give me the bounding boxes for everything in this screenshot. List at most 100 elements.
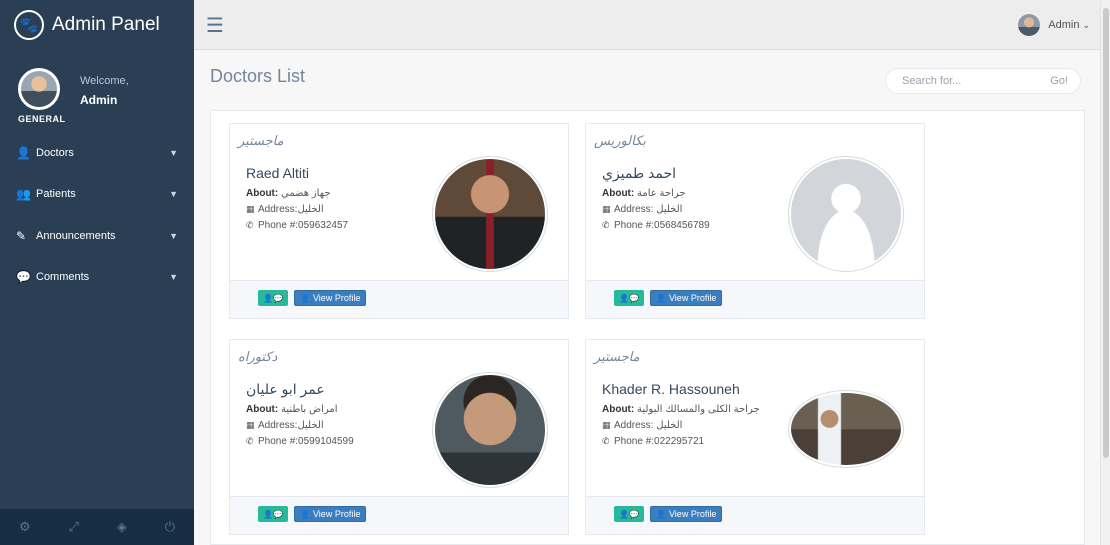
avatar bbox=[18, 68, 60, 110]
doctor-phone: ✆ Phone #:059632457 bbox=[246, 220, 348, 231]
view-profile-label: View Profile bbox=[668, 509, 717, 519]
sidebar-item-label: Patients bbox=[36, 188, 76, 201]
user-icon: 👤 bbox=[656, 293, 666, 303]
sidebar-item-label: Doctors bbox=[36, 146, 74, 159]
doctor-photo-placeholder bbox=[788, 156, 904, 272]
view-profile-button[interactable]: 👤 View Profile bbox=[294, 506, 367, 522]
chevron-down-icon: ▼ bbox=[169, 230, 178, 241]
doctor-address: ▦ Address:الخليل bbox=[246, 204, 324, 215]
view-profile-button[interactable]: 👤 View Profile bbox=[650, 290, 723, 306]
view-profile-button[interactable]: 👤 View Profile bbox=[650, 506, 723, 522]
power-icon[interactable]: ⏻ bbox=[165, 519, 175, 535]
view-profile-label: View Profile bbox=[312, 509, 361, 519]
doctor-phone-value: 022295721 bbox=[654, 436, 705, 447]
phone-icon: ✆ bbox=[246, 436, 254, 446]
sidebar-item-comments[interactable]: 💬 Comments ▼ bbox=[0, 257, 194, 299]
doctors-panel: ماجستير Raed Altiti About: جهاز هضمي ▦ Ad… bbox=[210, 110, 1085, 545]
user-comment-icon: 👤💬 bbox=[619, 293, 639, 303]
sidebar-item-patients[interactable]: 👥 Patients ▼ bbox=[0, 174, 194, 216]
user-menu-label: Admin bbox=[1048, 19, 1080, 31]
doctor-card: ماجستير Raed Altiti About: جهاز هضمي ▦ Ad… bbox=[229, 123, 569, 319]
chevron-down-icon: ⌄ bbox=[1082, 19, 1090, 30]
view-profile-label: View Profile bbox=[668, 293, 717, 303]
doctor-about-value: امراض باطنية bbox=[281, 404, 338, 415]
sidebar-menu: 👤 Doctors ▼ 👥 Patients ▼ ✎ Announcements… bbox=[0, 132, 194, 298]
building-icon: ▦ bbox=[602, 204, 611, 214]
user-menu[interactable]: Admin ⌄ bbox=[1018, 14, 1090, 36]
doctor-address: ▦ Address: الخليل bbox=[602, 420, 682, 431]
doctor-phone: ✆ Phone #:0568456789 bbox=[602, 220, 710, 231]
message-button[interactable]: 👤💬 bbox=[258, 290, 288, 306]
lock-icon[interactable]: ◈ bbox=[117, 519, 127, 535]
doctor-address-value: الخليل bbox=[656, 204, 683, 215]
doctor-about-value: جراحة الكلى والمسالك البولية bbox=[637, 404, 760, 415]
sidebar-item-announcements[interactable]: ✎ Announcements ▼ bbox=[0, 215, 194, 257]
doctor-name: Khader R. Hassouneh bbox=[602, 381, 740, 397]
phone-icon: ✆ bbox=[602, 220, 610, 230]
building-icon: ▦ bbox=[246, 420, 255, 430]
view-profile-label: View Profile bbox=[312, 293, 361, 303]
paw-icon: 🐾 bbox=[14, 10, 44, 40]
user-icon: 👤 bbox=[656, 509, 666, 519]
doctor-card: ماجستير Khader R. Hassouneh About: جراحة… bbox=[585, 339, 925, 535]
go-button[interactable]: Go! bbox=[1050, 75, 1080, 87]
message-button[interactable]: 👤💬 bbox=[614, 290, 644, 306]
sidebar-footer: ⚙ ⤢ ◈ ⏻ bbox=[0, 509, 194, 545]
doctor-address-value: الخليل bbox=[656, 420, 683, 431]
phone-label: Phone #: bbox=[614, 436, 655, 447]
scrollbar-thumb[interactable] bbox=[1103, 8, 1109, 458]
menu-toggle-icon[interactable]: ☰ bbox=[206, 13, 224, 38]
address-label: Address: bbox=[258, 420, 298, 431]
doctor-name: احمد طميزي bbox=[602, 165, 677, 181]
users-icon: 👥 bbox=[16, 187, 31, 202]
card-footer: 👤💬 👤 View Profile bbox=[230, 280, 568, 318]
chevron-down-icon: ▼ bbox=[169, 272, 178, 283]
doctor-address-value: الخليل bbox=[297, 204, 324, 215]
settings-icon[interactable]: ⚙ bbox=[19, 519, 31, 535]
search-input[interactable] bbox=[886, 75, 1036, 87]
address-label: Address: bbox=[258, 204, 298, 215]
doctor-name: عمر ابو عليان bbox=[246, 381, 325, 397]
card-footer: 👤💬 👤 View Profile bbox=[586, 496, 924, 534]
top-nav: ☰ Admin ⌄ bbox=[194, 0, 1100, 50]
doctor-about: About: امراض باطنية bbox=[246, 404, 337, 415]
brand[interactable]: 🐾 Admin Panel bbox=[0, 0, 194, 50]
message-button[interactable]: 👤💬 bbox=[258, 506, 288, 522]
fullscreen-icon[interactable]: ⤢ bbox=[69, 519, 79, 535]
sidebar-item-label: Comments bbox=[36, 271, 90, 284]
about-label: About: bbox=[602, 404, 635, 415]
phone-icon: ✆ bbox=[246, 220, 254, 230]
sidebar-item-doctors[interactable]: 👤 Doctors ▼ bbox=[0, 132, 194, 174]
view-profile-button[interactable]: 👤 View Profile bbox=[294, 290, 367, 306]
doctor-card: دكتوراه عمر ابو عليان About: امراض باطني… bbox=[229, 339, 569, 535]
brand-title: Admin Panel bbox=[52, 14, 160, 35]
phone-icon: ✆ bbox=[602, 436, 610, 446]
user-icon: 👤 bbox=[16, 145, 31, 160]
about-label: About: bbox=[246, 404, 279, 415]
doctor-photo bbox=[432, 156, 548, 272]
doctor-degree: دكتوراه bbox=[238, 350, 278, 365]
chevron-down-icon: ▼ bbox=[169, 189, 178, 200]
scrollbar[interactable] bbox=[1100, 0, 1110, 545]
doctor-about-value: جراحة عامة bbox=[637, 188, 686, 199]
doctor-about-value: جهاز هضمي bbox=[281, 188, 331, 199]
doctor-card: بكالوريس احمد طميزي About: جراحة عامة ▦ A… bbox=[585, 123, 925, 319]
user-icon: 👤 bbox=[300, 509, 310, 519]
sidebar-item-label: Announcements bbox=[36, 229, 116, 242]
building-icon: ▦ bbox=[602, 420, 611, 430]
message-button[interactable]: 👤💬 bbox=[614, 506, 644, 522]
address-label: Address: bbox=[614, 204, 654, 215]
doctor-address: ▦ Address:الخليل bbox=[246, 420, 324, 431]
doctor-about: About: جهاز هضمي bbox=[246, 188, 331, 199]
sidebar: 🐾 Admin Panel Welcome, Admin GENERAL 👤 D… bbox=[0, 0, 194, 545]
comments-icon: 💬 bbox=[16, 270, 31, 285]
page-title: Doctors List bbox=[210, 66, 306, 86]
search-box: Go! bbox=[885, 68, 1081, 94]
doctor-phone: ✆ Phone #:022295721 bbox=[602, 436, 704, 447]
user-comment-icon: 👤💬 bbox=[619, 509, 639, 519]
avatar bbox=[1018, 14, 1041, 36]
chevron-down-icon: ▼ bbox=[169, 147, 178, 158]
doctor-phone-value: 0568456789 bbox=[654, 220, 710, 231]
phone-label: Phone #: bbox=[614, 220, 655, 231]
doctor-degree: ماجستير bbox=[238, 134, 284, 149]
